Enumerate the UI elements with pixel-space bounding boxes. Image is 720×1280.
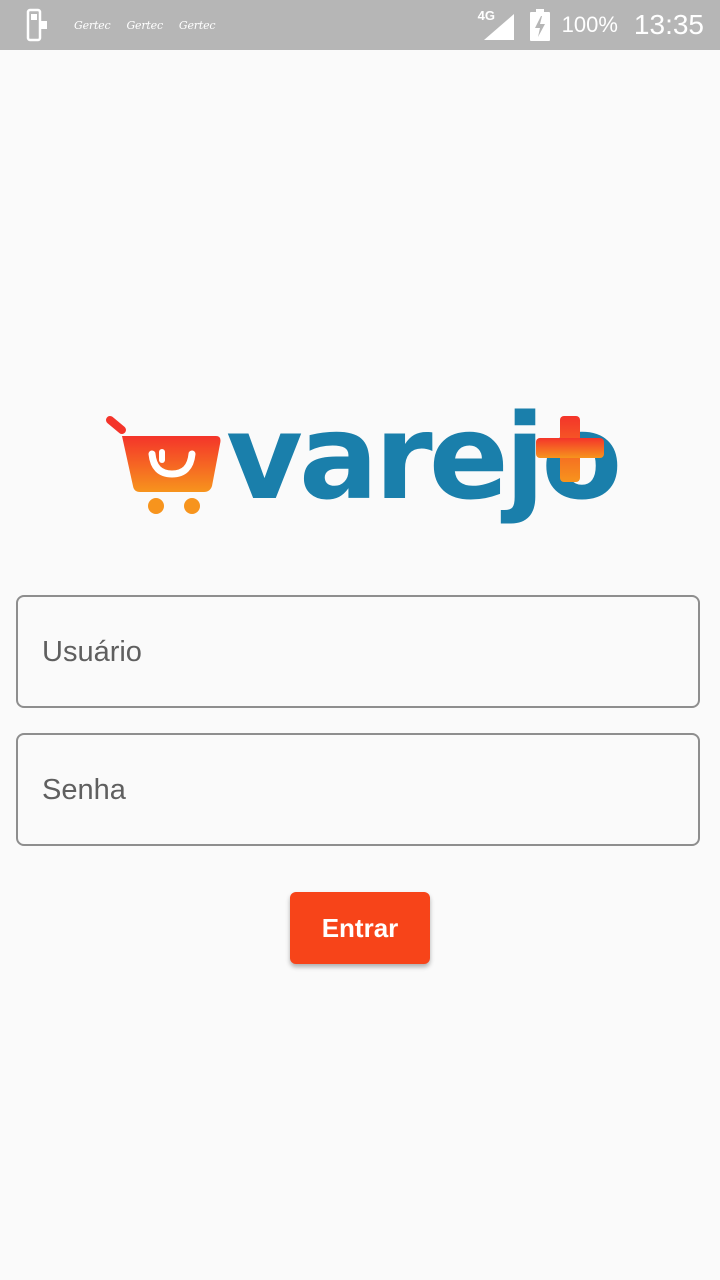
app-logo: varejo	[100, 398, 622, 553]
notification-brand-label: Gertec	[74, 18, 111, 32]
battery-percentage: 100%	[561, 12, 618, 37]
clock: 13:35	[633, 9, 704, 40]
username-input[interactable]	[40, 597, 674, 708]
shopping-cart-logo-icon	[106, 416, 221, 514]
notification-area: Gertec Gertec Gertec	[22, 8, 223, 42]
cellular-signal-icon: 4G	[478, 8, 516, 40]
notification-brand-label: Gertec	[178, 18, 216, 32]
password-input[interactable]	[40, 735, 674, 846]
plus-logo-icon	[536, 416, 604, 482]
battery-charging-icon	[529, 9, 550, 41]
status-bar: Gertec Gertec Gertec 4G 100% 13:35	[0, 0, 720, 50]
notification-brand-label: Gertec	[126, 18, 163, 32]
password-field[interactable]	[16, 733, 700, 846]
username-field[interactable]	[16, 595, 700, 708]
login-button[interactable]: Entrar	[290, 892, 430, 964]
system-status-area: 4G 100% 13:35	[478, 0, 704, 50]
pos-terminal-icon	[26, 8, 47, 42]
